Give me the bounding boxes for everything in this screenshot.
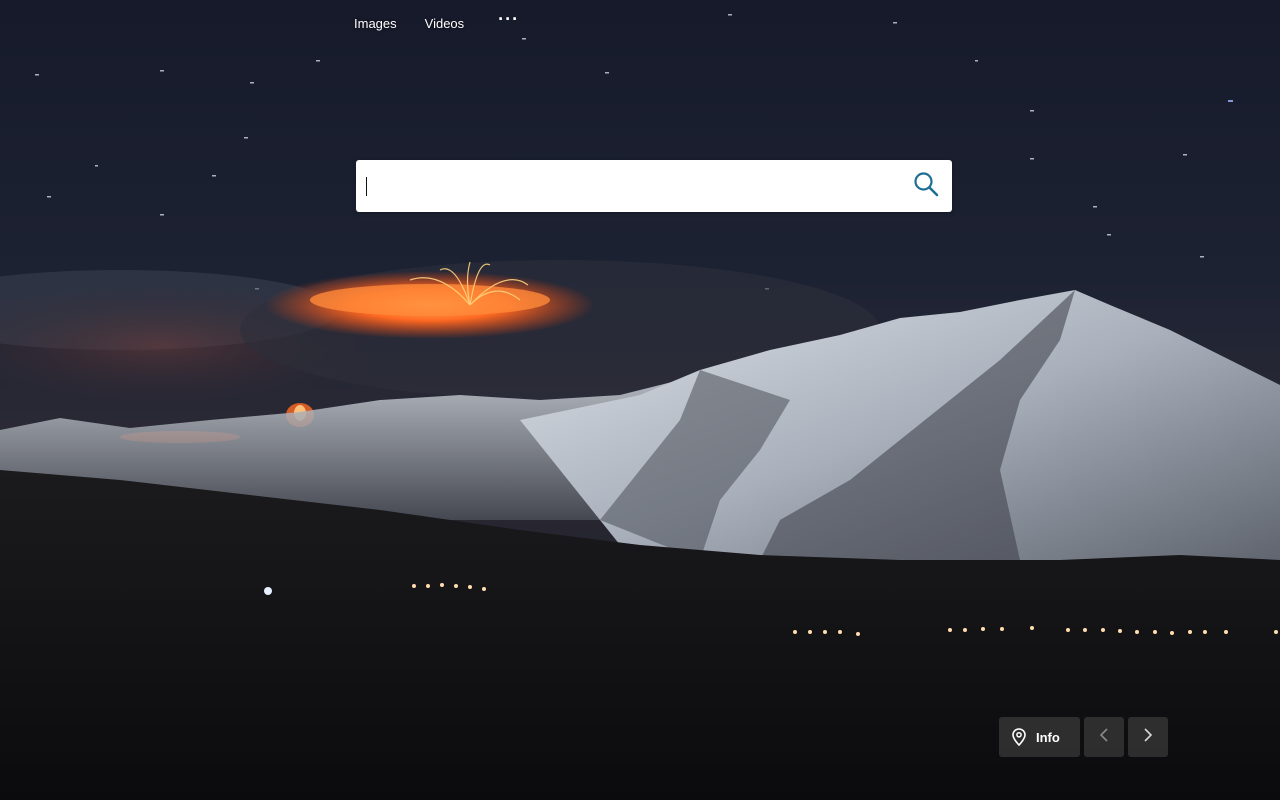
previous-image-button[interactable] [1084,717,1124,757]
search-icon [913,171,939,202]
top-nav: Images Videos ··· [340,10,533,36]
chevron-right-icon [1142,727,1154,748]
image-info-button[interactable]: Info [999,717,1080,757]
info-label: Info [1036,729,1060,745]
search-button[interactable] [910,170,942,202]
search-input[interactable] [364,170,888,204]
more-menu-button[interactable]: ··· [478,10,533,36]
background-image [0,0,1280,800]
search-box [356,160,952,212]
map-pin-icon [1012,728,1026,746]
nav-link-videos[interactable]: Videos [411,12,479,35]
nav-link-images[interactable]: Images [340,12,411,35]
text-caret [366,177,367,196]
chevron-left-icon [1098,727,1110,748]
next-image-button[interactable] [1128,717,1168,757]
